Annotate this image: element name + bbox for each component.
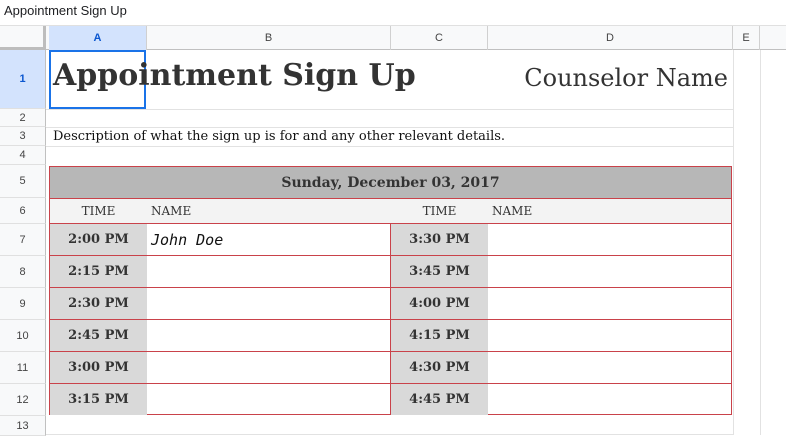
row-header-10[interactable]: 10: [0, 320, 46, 352]
row-header-5[interactable]: 5: [0, 165, 46, 198]
row-header-13[interactable]: 13: [0, 416, 46, 436]
sheet-title[interactable]: Appointment Sign Up: [53, 58, 416, 93]
select-all-corner[interactable]: [0, 26, 46, 50]
time-cell[interactable]: 4:45 PM: [391, 384, 488, 415]
grid-line: [46, 109, 733, 110]
column-divider: [390, 224, 391, 415]
row-header-7[interactable]: 7: [0, 224, 46, 256]
time-cell[interactable]: 2:45 PM: [50, 320, 147, 351]
name-cell[interactable]: [488, 224, 731, 255]
time-header-right: TIME: [422, 204, 457, 218]
name-cell[interactable]: [488, 256, 731, 287]
date-header[interactable]: Sunday, December 03, 2017: [50, 167, 731, 199]
row-header-3[interactable]: 3: [0, 127, 46, 146]
name-header-right: NAME: [492, 204, 533, 218]
column-header-e[interactable]: E: [733, 26, 760, 50]
time-cell[interactable]: 2:30 PM: [50, 288, 147, 319]
name-cell[interactable]: [147, 352, 390, 383]
column-header-bar: A B C D E: [0, 25, 786, 50]
row-header-8[interactable]: 8: [0, 256, 46, 288]
signup-table: Sunday, December 03, 2017 TIME NAME TIME…: [49, 166, 732, 415]
name-cell[interactable]: [147, 288, 390, 319]
description-text[interactable]: Description of what the sign up is for a…: [53, 129, 505, 144]
row-header-11[interactable]: 11: [0, 352, 46, 384]
name-cell[interactable]: [488, 384, 731, 415]
name-cell[interactable]: John Doe: [147, 224, 390, 255]
column-header-b[interactable]: B: [147, 26, 391, 50]
name-cell[interactable]: [488, 320, 731, 351]
name-cell[interactable]: [147, 384, 390, 415]
row-header-12[interactable]: 12: [0, 384, 46, 416]
name-header-left: NAME: [151, 204, 192, 218]
time-cell[interactable]: 2:00 PM: [50, 224, 147, 255]
column-header-c[interactable]: C: [391, 26, 488, 50]
window-title: Appointment Sign Up: [4, 3, 127, 18]
time-cell[interactable]: 3:45 PM: [391, 256, 488, 287]
time-header-left: TIME: [81, 204, 116, 218]
time-cell[interactable]: 3:30 PM: [391, 224, 488, 255]
column-header-d[interactable]: D: [488, 26, 733, 50]
column-header-a[interactable]: A: [49, 26, 147, 50]
column-labels-row: TIME NAME TIME NAME: [50, 199, 731, 224]
name-cell[interactable]: [147, 256, 390, 287]
time-cell[interactable]: 3:15 PM: [50, 384, 147, 415]
time-cell[interactable]: 4:15 PM: [391, 320, 488, 351]
row-header-6[interactable]: 6: [0, 198, 46, 224]
grid-line: [760, 50, 761, 435]
name-cell[interactable]: [488, 352, 731, 383]
grid-line: [46, 127, 733, 128]
row-header-1[interactable]: 1: [0, 50, 46, 109]
counselor-name[interactable]: Counselor Name: [524, 64, 728, 92]
row-header-2[interactable]: 2: [0, 109, 46, 127]
time-cell[interactable]: 4:00 PM: [391, 288, 488, 319]
time-cell[interactable]: 3:00 PM: [50, 352, 147, 383]
name-cell[interactable]: [147, 320, 390, 351]
time-cell[interactable]: 4:30 PM: [391, 352, 488, 383]
row-header-9[interactable]: 9: [0, 288, 46, 320]
name-cell[interactable]: [488, 288, 731, 319]
time-cell[interactable]: 2:15 PM: [50, 256, 147, 287]
row-header-4[interactable]: 4: [0, 146, 46, 165]
grid-line: [46, 146, 733, 147]
grid-line: [733, 50, 734, 435]
